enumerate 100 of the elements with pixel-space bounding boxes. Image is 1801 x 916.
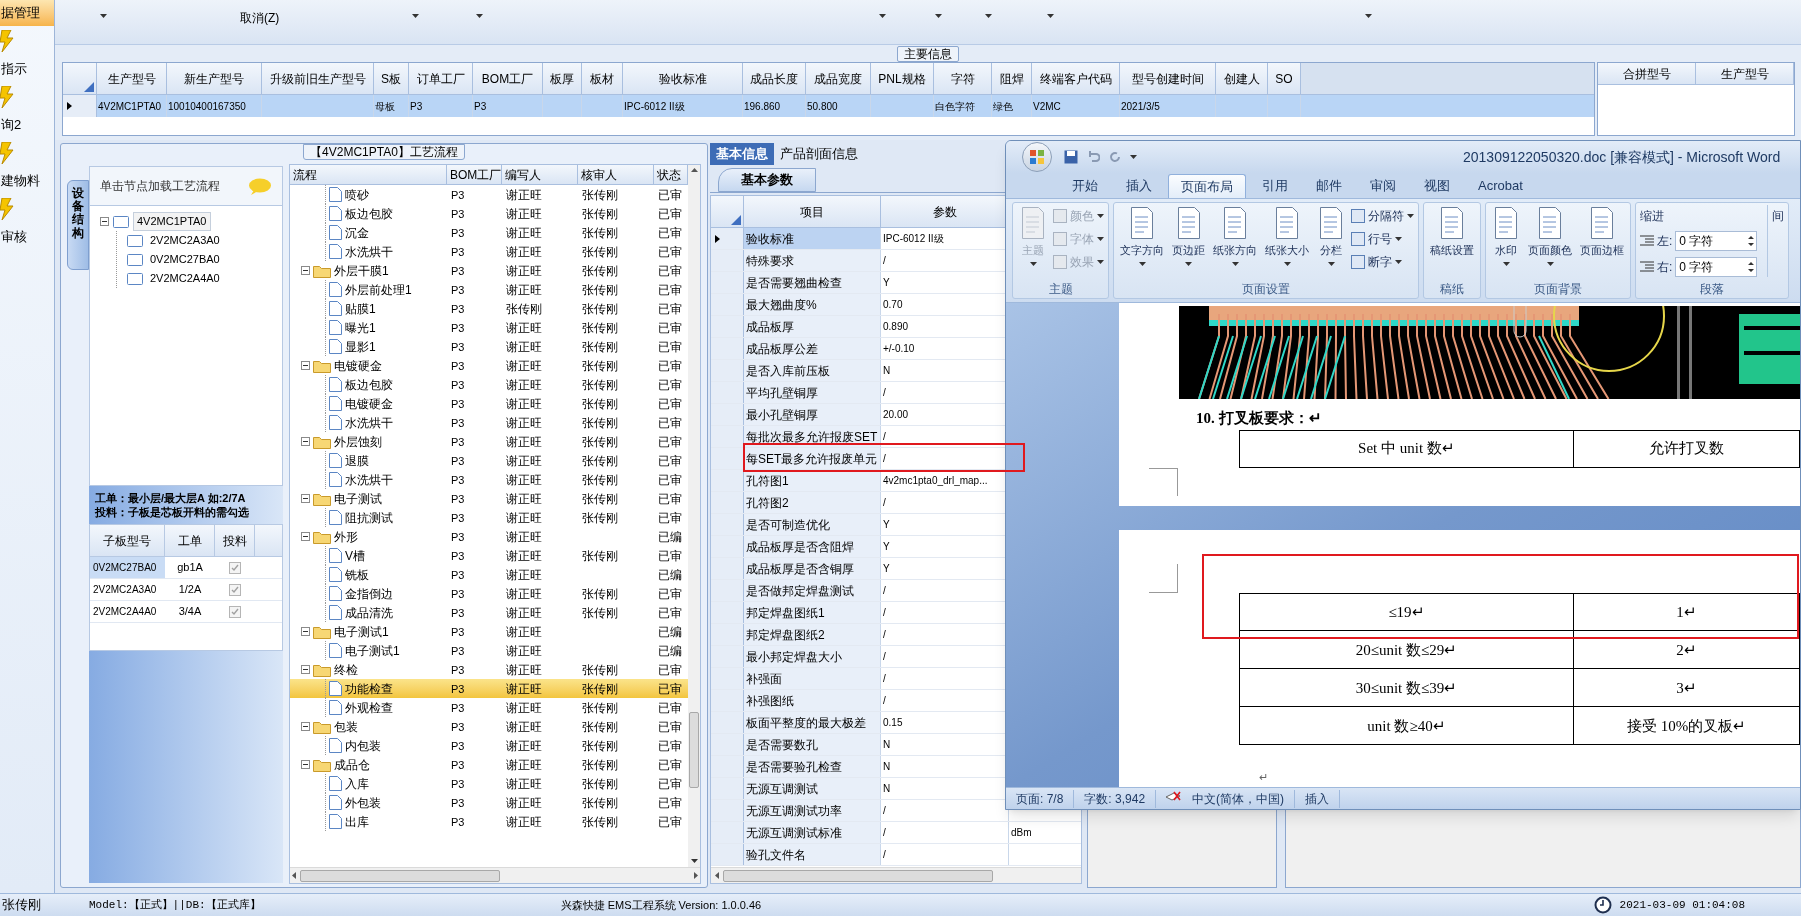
step-name[interactable]: 电子测试 xyxy=(334,489,382,508)
redo-icon[interactable] xyxy=(1108,150,1122,164)
step-name[interactable]: 显影1 xyxy=(345,337,376,356)
step-name[interactable]: 板边包胶 xyxy=(345,375,393,394)
dropdown-caret-icon[interactable] xyxy=(100,14,107,18)
checkbox[interactable] xyxy=(229,605,241,618)
table-row[interactable]: 外包装 P3 谢正旺 张传刚 已审 xyxy=(290,793,688,812)
step-name[interactable]: 金指倒边 xyxy=(345,584,393,603)
minus-box-icon[interactable] xyxy=(301,665,310,674)
table-row[interactable]: 显影1 P3 谢正旺 张传刚 已审 xyxy=(290,337,688,356)
ribbon-button[interactable]: 纸张方向 xyxy=(1211,205,1259,266)
table-row[interactable]: 外层蚀刻 P3 谢正旺 张传刚 已审 xyxy=(290,432,688,451)
scroll-thumb[interactable] xyxy=(723,869,993,882)
step-name[interactable]: 内包装 xyxy=(345,736,381,755)
step-name[interactable]: 铣板 xyxy=(345,565,369,584)
minus-box-icon[interactable] xyxy=(301,494,310,503)
ribbon-button[interactable]: 页面颜色 xyxy=(1526,205,1574,266)
ribbon-button[interactable]: 页边距 xyxy=(1170,205,1207,266)
table-row[interactable]: 铣板 P3 谢正旺 已编 xyxy=(290,565,688,584)
dropdown-caret-icon[interactable] xyxy=(1365,14,1373,18)
column-header[interactable]: 工单 xyxy=(165,525,215,556)
ribbon-tab[interactable]: Acrobat xyxy=(1466,174,1535,198)
table-row[interactable]: 阻抗测试 P3 谢正旺 张传刚 已审 xyxy=(290,508,688,527)
scroll-thumb[interactable] xyxy=(689,712,699,788)
table-row[interactable]: 外层前处理1 P3 谢正旺 张传刚 已审 xyxy=(290,280,688,299)
scroll-right-icon[interactable] xyxy=(694,872,698,879)
ribbon-button[interactable]: 水印 xyxy=(1490,205,1522,266)
table-row[interactable]: 退膜 P3 谢正旺 张传刚 已审 xyxy=(290,451,688,470)
step-name[interactable]: 水洗烘干 xyxy=(345,470,393,489)
tree-node[interactable]: 4V2MC1PTA0 xyxy=(133,212,211,231)
column-header[interactable]: BOM工厂 xyxy=(447,165,502,184)
ribbon-button[interactable]: 断字 xyxy=(1351,251,1414,273)
step-name[interactable]: 外层干膜1 xyxy=(334,261,389,280)
minus-box-icon[interactable] xyxy=(301,627,310,636)
step-name[interactable]: 外层蚀刻 xyxy=(334,432,382,451)
scroll-down-icon[interactable] xyxy=(690,859,698,863)
step-name[interactable]: 出库 xyxy=(345,812,369,831)
column-header[interactable]: 创建人 xyxy=(1216,63,1268,94)
minus-box-icon[interactable] xyxy=(301,760,310,769)
step-name[interactable]: 外层前处理1 xyxy=(345,280,412,299)
tab[interactable]: 基本参数 xyxy=(718,168,816,192)
table-row[interactable]: 终检 P3 谢正旺 张传刚 已审 xyxy=(290,660,688,679)
scroll-thumb[interactable] xyxy=(300,869,500,882)
dropdown-caret-icon[interactable] xyxy=(412,14,420,18)
table-row[interactable]: 0V2MC27BA0 gb1A xyxy=(90,557,282,579)
ribbon-tab[interactable]: 邮件 xyxy=(1304,174,1354,198)
checkbox[interactable] xyxy=(229,583,241,596)
step-name[interactable]: V槽 xyxy=(345,546,365,565)
ribbon-tab[interactable]: 审阅 xyxy=(1358,174,1408,198)
column-header[interactable]: 子板型号 xyxy=(90,525,165,556)
table-row[interactable]: 曝光1 P3 谢正旺 张传刚 已审 xyxy=(290,318,688,337)
scroll-left-icon[interactable] xyxy=(292,872,296,879)
table-row[interactable]: 4V2MC1PTA0 10010400167350 母板 P3 P3 IPC-6012 II级 196.860 50.800 白色字符 绿色 V2MC 2021/3/5 xyxy=(63,95,1594,117)
table-row[interactable]: 贴膜1 P3 张传刚 张传刚 已审 xyxy=(290,299,688,318)
tab[interactable]: 基本信息 xyxy=(710,143,774,165)
ribbon-button[interactable]: 稿纸设置 xyxy=(1428,205,1476,259)
ribbon-button[interactable]: 行号 xyxy=(1351,228,1414,250)
column-header[interactable]: 成品宽度 xyxy=(806,63,871,94)
nav-item[interactable]: 询2 xyxy=(0,112,54,138)
cancel-button[interactable]: 取消(Z) xyxy=(240,9,280,27)
column-header[interactable]: 新生产型号 xyxy=(167,63,262,94)
table-row[interactable]: 水洗烘干 P3 谢正旺 张传刚 已审 xyxy=(290,413,688,432)
row-header[interactable] xyxy=(711,228,744,249)
ribbon-button[interactable]: 页面边框 xyxy=(1578,205,1626,259)
office-button[interactable] xyxy=(1022,142,1052,172)
spinner-arrows-icon[interactable] xyxy=(1748,235,1755,247)
step-name[interactable]: 功能检查 xyxy=(345,679,393,698)
step-name[interactable]: 贴膜1 xyxy=(345,299,376,318)
side-tab[interactable]: 设备结构 xyxy=(67,180,89,270)
spinner-arrows-icon[interactable] xyxy=(1748,261,1755,273)
column-header[interactable]: 成品长度 xyxy=(743,63,806,94)
table-row[interactable]: 包装 P3 谢正旺 张传刚 已审 xyxy=(290,717,688,736)
table-row[interactable]: 喷砂 P3 谢正旺 张传刚 已审 xyxy=(290,185,688,204)
scroll-up-icon[interactable] xyxy=(690,168,698,172)
column-header[interactable]: 核审人 xyxy=(578,165,654,184)
dropdown-caret-icon[interactable] xyxy=(935,14,943,18)
column-header[interactable]: 生产型号 xyxy=(97,63,167,94)
table-row[interactable]: 2V2MC2A3A0 1/2A xyxy=(90,579,282,601)
column-header[interactable]: 投料 xyxy=(215,525,255,556)
table-row[interactable]: 板边包胶 P3 谢正旺 张传刚 已审 xyxy=(290,375,688,394)
step-name[interactable]: 包装 xyxy=(334,717,358,736)
table-row[interactable]: 出库 P3 谢正旺 张传刚 已审 xyxy=(290,812,688,831)
column-header[interactable]: S板 xyxy=(374,63,409,94)
status-item[interactable]: 字数: 3,942 xyxy=(1074,789,1157,808)
ribbon-button[interactable]: 纸张大小 xyxy=(1263,205,1311,266)
column-header[interactable]: 合拼型号 xyxy=(1598,63,1696,84)
step-name[interactable]: 外形 xyxy=(334,527,358,546)
step-name[interactable]: 曝光1 xyxy=(345,318,376,337)
table-row[interactable]: 功能检查 P3 谢正旺 张传刚 已审 xyxy=(290,679,688,698)
table-row[interactable]: 外层干膜1 P3 谢正旺 张传刚 已审 xyxy=(290,261,688,280)
column-header[interactable]: 字符 xyxy=(934,63,992,94)
table-row[interactable]: 沉金 P3 谢正旺 张传刚 已审 xyxy=(290,223,688,242)
nav-item[interactable]: 审核 xyxy=(0,224,54,250)
tree-node[interactable]: 0V2MC27BA0 xyxy=(147,251,223,268)
table-row[interactable]: 外观检查 P3 谢正旺 张传刚 已审 xyxy=(290,698,688,717)
dropdown-caret-icon[interactable] xyxy=(476,14,484,18)
dropdown-caret-icon[interactable] xyxy=(985,14,993,18)
nav-item[interactable]: 建物料 xyxy=(0,168,54,194)
minus-box-icon[interactable] xyxy=(301,266,310,275)
table-row[interactable]: 电镀硬金 P3 谢正旺 张传刚 已审 xyxy=(290,356,688,375)
